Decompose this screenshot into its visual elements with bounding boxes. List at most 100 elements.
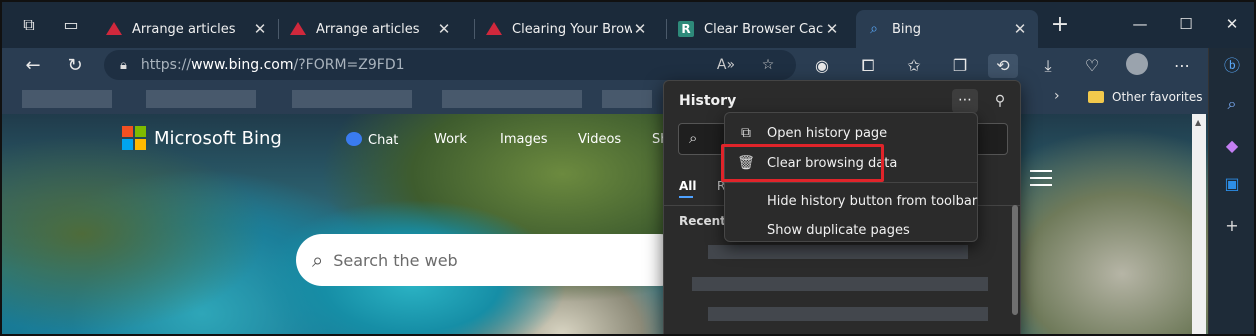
highlight-box [721, 144, 884, 182]
bing-logo[interactable]: Microsoft Bing [122, 126, 282, 150]
open-external-icon: ⧉ [741, 125, 751, 141]
blurred-favorite[interactable] [22, 90, 112, 108]
camera-icon[interactable]: ◉ [810, 54, 834, 78]
address-bar[interactable]: 🔒︎ https:// www.bing.com /?FORM=Z9FD1 A»… [104, 50, 796, 80]
recent-heading: Recent [679, 214, 726, 228]
search-icon[interactable]: ⌕ [1220, 92, 1244, 116]
downloads-icon[interactable]: ⤓ [1036, 54, 1060, 78]
favorite-star-icon[interactable]: ☆ [758, 55, 778, 75]
red-triangle-icon [290, 21, 306, 37]
open-history-page-item[interactable]: ⧉ Open history page [725, 119, 977, 147]
collections-icon[interactable]: ❐ [948, 54, 972, 78]
nav-images[interactable]: Images [500, 132, 548, 147]
history-item[interactable] [692, 277, 988, 291]
extensions-icon[interactable]: ⧠ [856, 54, 880, 78]
search-icon: ⌕ [689, 129, 698, 147]
browser-window: ⧉ ▭ Arrange articles ✕ Arrange articles … [0, 0, 1256, 336]
history-title: History [679, 93, 737, 109]
tab-actions-icon[interactable]: ▭ [60, 14, 82, 36]
blurred-favorite[interactable] [442, 90, 582, 108]
edge-sidebar: ⓑ ⌕ ◆ ▣ + [1208, 48, 1254, 334]
hide-history-button-item[interactable]: Hide history button from toolbar [725, 187, 977, 215]
tab-separator [278, 19, 279, 39]
bing-search-icon: ⌕ [870, 21, 878, 37]
favorites-icon[interactable]: ✩ [902, 54, 926, 78]
nav-chat-label: Chat [368, 133, 399, 148]
tab-clear-browser-cache[interactable]: R Clear Browser Cache | T ✕ [668, 10, 850, 48]
favorites-bar: › Other favorites [2, 84, 1208, 114]
blurred-favorite[interactable] [602, 90, 652, 108]
copilot-icon[interactable]: ◆ [1220, 134, 1244, 158]
tab-arrange-articles-1[interactable]: Arrange articles ✕ [96, 10, 278, 48]
nav-videos[interactable]: Videos [578, 132, 621, 147]
url-prefix: https:// [140, 57, 192, 73]
new-tab-button[interactable]: + [1048, 14, 1072, 38]
red-triangle-icon [106, 21, 122, 37]
search-icon: ⌕ [312, 248, 324, 272]
read-aloud-icon[interactable]: A» [716, 55, 736, 75]
history-icon[interactable]: ⟲ [988, 54, 1018, 78]
maximize-icon[interactable]: ☐ [1174, 12, 1198, 36]
workspaces-icon[interactable]: ⧉ [18, 14, 40, 36]
url-path: /?FORM=Z9FD1 [293, 57, 405, 73]
logo-text: Microsoft Bing [154, 127, 282, 149]
other-favorites[interactable]: Other favorites [1088, 90, 1203, 104]
minimize-icon[interactable]: — [1128, 12, 1152, 36]
tab-title: Clearing Your Browser C [512, 21, 632, 37]
add-sidebar-icon[interactable]: + [1220, 214, 1244, 238]
history-item[interactable] [708, 245, 968, 259]
tab-title: Bing [892, 21, 922, 37]
close-window-icon[interactable]: ✕ [1220, 12, 1244, 36]
r-logo-icon: R [678, 21, 694, 37]
history-more-options-button[interactable]: ⋯ [952, 89, 978, 113]
close-tab-icon[interactable]: ✕ [824, 20, 840, 38]
menu-divider [725, 182, 977, 183]
tab-title: Clear Browser Cache | T [704, 21, 824, 37]
bing-page: Microsoft Bing Chat Work Images Videos S… [2, 114, 1208, 334]
show-duplicate-pages-item[interactable]: Show duplicate pages [725, 219, 977, 241]
tab-arrange-articles-2[interactable]: Arrange articles ✕ [280, 10, 462, 48]
history-scrollbar[interactable] [1012, 205, 1018, 315]
close-tab-icon[interactable]: ✕ [1012, 20, 1028, 38]
folder-icon [1088, 91, 1104, 103]
performance-icon[interactable]: ♡ [1080, 54, 1104, 78]
url-host: www.bing.com [191, 57, 294, 73]
close-tab-icon[interactable]: ✕ [632, 20, 648, 38]
chevron-right-icon[interactable]: › [1054, 88, 1060, 104]
tab-bing[interactable]: ⌕ Bing ✕ [856, 10, 1038, 48]
tab-title: Arrange articles [316, 21, 420, 37]
menu-item-label: Open history page [767, 125, 888, 141]
bing-copilot-icon[interactable]: ⓑ [1220, 54, 1244, 78]
page-scrollbar[interactable]: ▲ [1192, 114, 1206, 334]
close-tab-icon[interactable]: ✕ [252, 20, 268, 38]
tab-title: Arrange articles [132, 21, 236, 37]
other-favorites-label: Other favorites [1112, 90, 1203, 104]
blurred-favorite[interactable] [292, 90, 412, 108]
more-menu-icon[interactable]: ⋯ [1170, 54, 1194, 78]
toolbar: ← ↻ 🔒︎ https:// www.bing.com /?FORM=Z9FD… [2, 48, 1208, 84]
nav-chat[interactable]: Chat [346, 132, 398, 148]
search-placeholder: Search the web [333, 250, 458, 270]
scroll-up-icon[interactable]: ▲ [1195, 118, 1201, 127]
pin-icon[interactable]: ⚲ [988, 89, 1012, 113]
chat-icon [346, 132, 362, 146]
lock-icon: 🔒︎ [120, 57, 127, 73]
red-triangle-icon [486, 21, 502, 37]
refresh-icon[interactable]: ↻ [62, 53, 88, 79]
microsoft-logo-icon [122, 126, 146, 150]
hamburger-menu-icon[interactable] [1030, 170, 1052, 186]
outlook-icon[interactable]: ▣ [1220, 172, 1244, 196]
menu-item-label: Hide history button from toolbar [767, 193, 978, 209]
history-item[interactable] [708, 307, 988, 321]
blurred-favorite[interactable] [146, 90, 256, 108]
tab-separator [666, 19, 667, 39]
back-arrow-icon[interactable]: ← [20, 53, 46, 79]
tab-strip: ⧉ ▭ Arrange articles ✕ Arrange articles … [2, 2, 1254, 48]
tab-all[interactable]: All [679, 179, 697, 198]
tab-clearing-browser[interactable]: Clearing Your Browser C ✕ [476, 10, 658, 48]
avatar[interactable] [1126, 53, 1148, 75]
search-input[interactable]: ⌕ Search the web [296, 234, 686, 286]
menu-item-label: Show duplicate pages [767, 222, 910, 238]
close-tab-icon[interactable]: ✕ [436, 20, 452, 38]
nav-work[interactable]: Work [434, 132, 467, 147]
